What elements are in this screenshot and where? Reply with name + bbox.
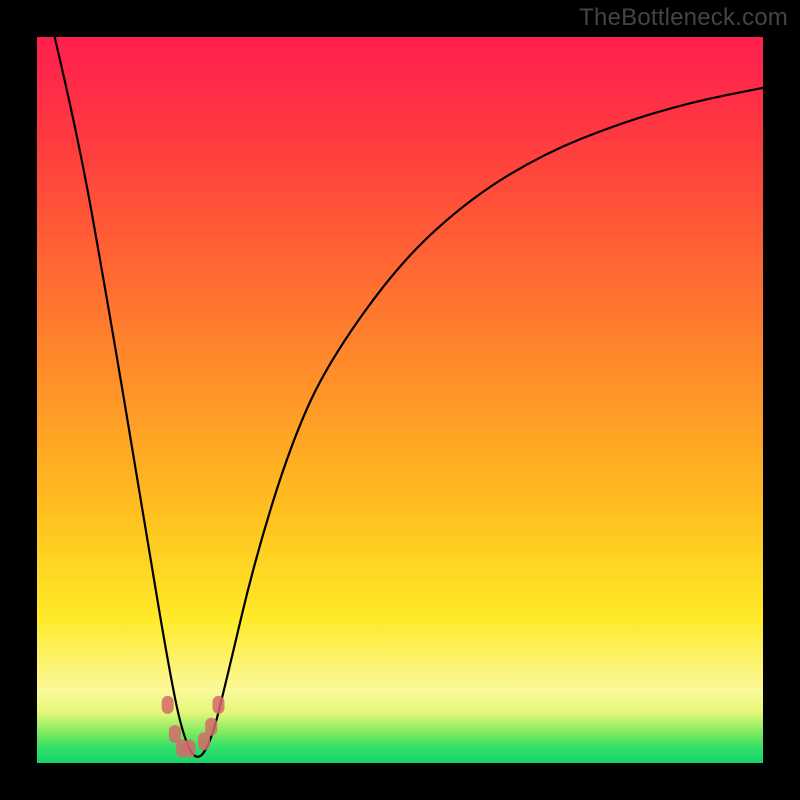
curve-svg bbox=[37, 37, 763, 763]
marker-dot bbox=[205, 718, 217, 736]
marker-dot bbox=[198, 732, 210, 750]
chart-frame: TheBottleneck.com bbox=[0, 0, 800, 800]
marker-dot bbox=[183, 739, 195, 757]
marker-cluster bbox=[162, 696, 225, 758]
marker-dot bbox=[213, 696, 225, 714]
watermark-text: TheBottleneck.com bbox=[579, 4, 788, 32]
bottleneck-curve bbox=[37, 37, 763, 757]
marker-dot bbox=[162, 696, 174, 714]
marker-dot bbox=[169, 725, 181, 743]
plot-area bbox=[37, 37, 763, 763]
